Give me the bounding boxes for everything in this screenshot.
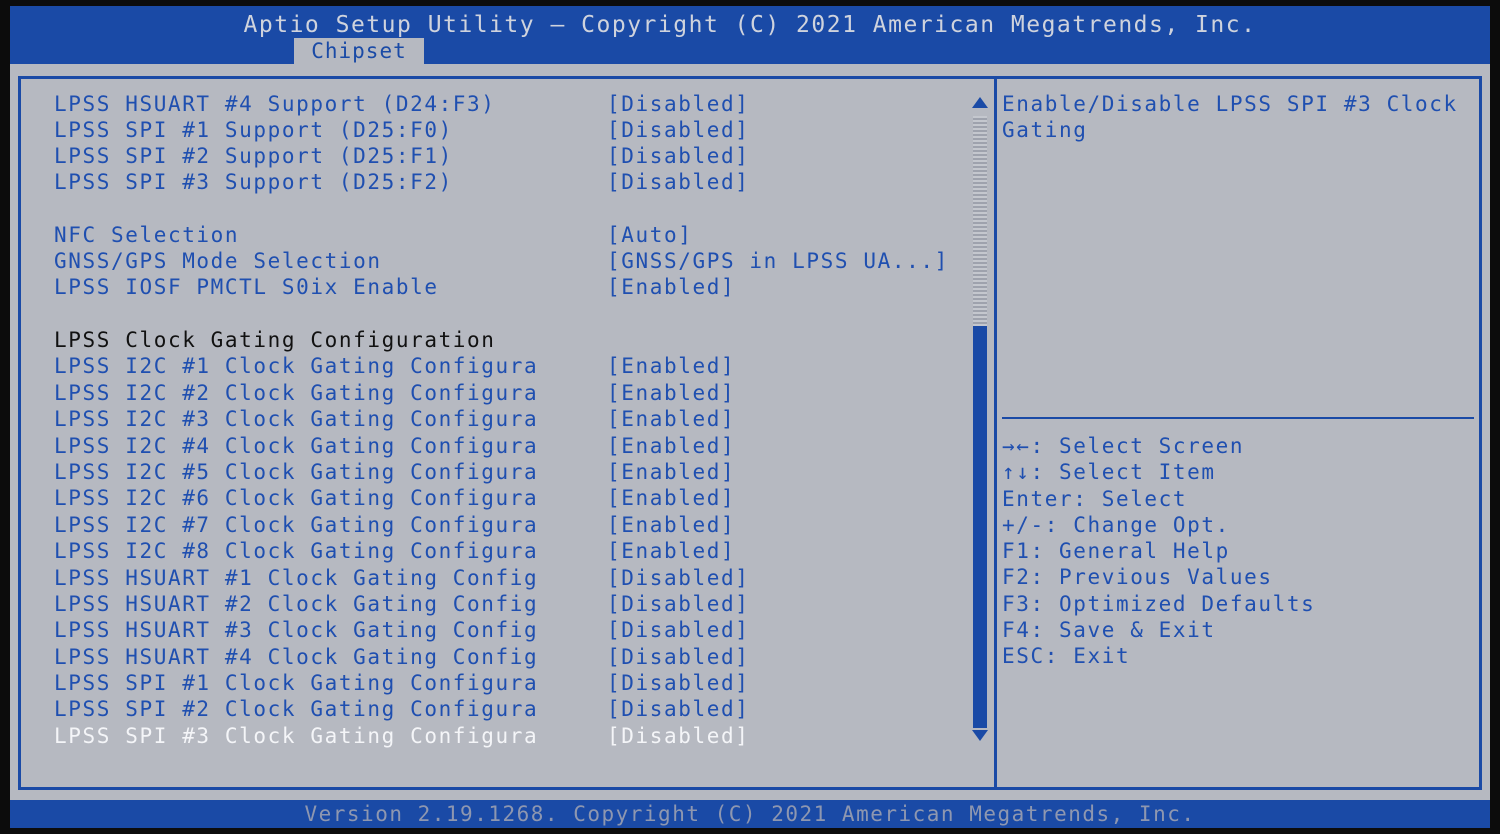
setting-i2c-8-clock-gating[interactable]: LPSS I2C #8 Clock Gating Configura [Enab… <box>54 538 734 564</box>
setting-label: LPSS SPI #1 Clock Gating Configura <box>54 671 539 695</box>
setting-value[interactable]: [Enabled] <box>607 433 735 459</box>
version-text: Version 2.19.1268. Copyright (C) 2021 Am… <box>304 802 1196 826</box>
panel-divider <box>994 76 997 790</box>
setting-spi-2-clock-gating[interactable]: LPSS SPI #2 Clock Gating Configura [Disa… <box>54 696 748 722</box>
key-hint-enter: Enter: Select <box>1002 486 1188 511</box>
setting-value[interactable]: [Disabled] <box>607 591 749 617</box>
scrollbar-thumb[interactable] <box>973 326 987 728</box>
setting-i2c-4-clock-gating[interactable]: LPSS I2C #4 Clock Gating Configura [Enab… <box>54 433 734 459</box>
setting-lpss-iosf-pmctl[interactable]: LPSS IOSF PMCTL S0ix Enable [Enabled] <box>54 274 734 300</box>
setting-label: LPSS SPI #3 Clock Gating Configura <box>54 724 539 748</box>
setting-hsuart-2-clock-gating[interactable]: LPSS HSUART #2 Clock Gating Config [Disa… <box>54 591 748 617</box>
setting-label: LPSS IOSF PMCTL S0ix Enable <box>54 275 439 299</box>
setting-i2c-3-clock-gating[interactable]: LPSS I2C #3 Clock Gating Configura [Enab… <box>54 406 734 432</box>
key-hint-f3: F3: Optimized Defaults <box>1002 591 1316 616</box>
setting-lpss-spi-1-support[interactable]: LPSS SPI #1 Support (D25:F0) [Disabled] <box>54 117 748 143</box>
setting-value[interactable]: [Disabled] <box>607 670 749 696</box>
setting-label: LPSS HSUART #4 Support (D24:F3) <box>54 92 496 116</box>
section-title: LPSS Clock Gating Configuration <box>54 328 496 352</box>
setting-label: LPSS I2C #5 Clock Gating Configura <box>54 460 539 484</box>
setting-label: LPSS SPI #2 Clock Gating Configura <box>54 697 539 721</box>
setting-value[interactable]: [Disabled] <box>607 617 749 643</box>
setting-label: LPSS HSUART #2 Clock Gating Config <box>54 592 539 616</box>
setting-label: LPSS HSUART #3 Clock Gating Config <box>54 618 539 642</box>
setting-label: LPSS I2C #1 Clock Gating Configura <box>54 354 539 378</box>
bios-screen: Aptio Setup Utility – Copyright (C) 2021… <box>10 6 1490 828</box>
setting-value[interactable]: [Disabled] <box>607 169 749 195</box>
setting-label: LPSS I2C #3 Clock Gating Configura <box>54 407 539 431</box>
setting-value[interactable]: [Enabled] <box>607 406 735 432</box>
setting-label: LPSS I2C #6 Clock Gating Configura <box>54 486 539 510</box>
setting-label: LPSS I2C #4 Clock Gating Configura <box>54 434 539 458</box>
setting-label: LPSS I2C #8 Clock Gating Configura <box>54 539 539 563</box>
setting-value[interactable]: [Enabled] <box>607 538 735 564</box>
setting-i2c-5-clock-gating[interactable]: LPSS I2C #5 Clock Gating Configura [Enab… <box>54 459 734 485</box>
setting-value[interactable]: [Disabled] <box>607 723 749 749</box>
key-legend: →←: Select Screen ↑↓: Select Item Enter:… <box>1002 433 1315 670</box>
setting-lpss-spi-2-support[interactable]: LPSS SPI #2 Support (D25:F1) [Disabled] <box>54 143 748 169</box>
setting-nfc-selection[interactable]: NFC Selection [Auto] <box>54 222 691 248</box>
setting-value[interactable]: [Enabled] <box>607 274 735 300</box>
help-divider <box>1002 417 1474 419</box>
app-title: Aptio Setup Utility – Copyright (C) 2021… <box>243 12 1257 38</box>
scroll-down-icon[interactable] <box>972 730 988 741</box>
setting-value[interactable]: [Enabled] <box>607 512 735 538</box>
setting-i2c-1-clock-gating[interactable]: LPSS I2C #1 Clock Gating Configura [Enab… <box>54 353 734 379</box>
setting-label: GNSS/GPS Mode Selection <box>54 249 382 273</box>
setting-label: LPSS HSUART #4 Clock Gating Config <box>54 645 539 669</box>
setting-value[interactable]: [Auto] <box>607 222 692 248</box>
setting-label: NFC Selection <box>54 223 240 247</box>
setting-spi-1-clock-gating[interactable]: LPSS SPI #1 Clock Gating Configura [Disa… <box>54 670 748 696</box>
key-hint-select-item: ↑↓: Select Item <box>1002 460 1216 485</box>
setting-value[interactable]: [Disabled] <box>607 117 749 143</box>
setting-gnss-gps-mode[interactable]: GNSS/GPS Mode Selection [GNSS/GPS in LPS… <box>54 248 947 274</box>
setting-value[interactable]: [Enabled] <box>607 485 735 511</box>
setting-lpss-hsuart-4-support[interactable]: LPSS HSUART #4 Support (D24:F3) [Disable… <box>54 91 748 117</box>
key-hint-f4: F4: Save & Exit <box>1002 618 1216 643</box>
key-hint-f2: F2: Previous Values <box>1002 565 1273 590</box>
setting-value[interactable]: [Enabled] <box>607 459 735 485</box>
setting-hsuart-1-clock-gating[interactable]: LPSS HSUART #1 Clock Gating Config [Disa… <box>54 565 748 591</box>
setting-label: LPSS SPI #3 Support (D25:F2) <box>54 170 453 194</box>
setting-spi-3-clock-gating[interactable]: LPSS SPI #3 Clock Gating Configura [Disa… <box>54 723 748 749</box>
setting-value[interactable]: [Disabled] <box>607 644 749 670</box>
title-bar: Aptio Setup Utility – Copyright (C) 2021… <box>10 6 1490 64</box>
scroll-up-icon[interactable] <box>972 97 988 108</box>
setting-value[interactable]: [Enabled] <box>607 380 735 406</box>
setting-hsuart-3-clock-gating[interactable]: LPSS HSUART #3 Clock Gating Config [Disa… <box>54 617 748 643</box>
setting-value[interactable]: [GNSS/GPS in LPSS UA...] <box>607 248 949 274</box>
key-hint-select-screen: →←: Select Screen <box>1002 434 1245 458</box>
setting-label: LPSS I2C #2 Clock Gating Configura <box>54 381 539 405</box>
section-header-clock-gating: LPSS Clock Gating Configuration <box>54 327 494 353</box>
setting-value[interactable]: [Disabled] <box>607 143 749 169</box>
setting-i2c-7-clock-gating[interactable]: LPSS I2C #7 Clock Gating Configura [Enab… <box>54 512 734 538</box>
setting-i2c-2-clock-gating[interactable]: LPSS I2C #2 Clock Gating Configura [Enab… <box>54 380 734 406</box>
setting-lpss-spi-3-support[interactable]: LPSS SPI #3 Support (D25:F2) [Disabled] <box>54 169 748 195</box>
setting-value[interactable]: [Disabled] <box>607 696 749 722</box>
setting-label: LPSS HSUART #1 Clock Gating Config <box>54 566 539 590</box>
key-hint-esc: ESC: Exit <box>1002 644 1131 669</box>
setting-hsuart-4-clock-gating[interactable]: LPSS HSUART #4 Clock Gating Config [Disa… <box>54 644 748 670</box>
setting-value[interactable]: [Disabled] <box>607 565 749 591</box>
tab-chipset[interactable]: Chipset <box>294 38 424 64</box>
setting-label: LPSS SPI #1 Support (D25:F0) <box>54 118 453 142</box>
footer-bar: Version 2.19.1268. Copyright (C) 2021 Am… <box>10 800 1490 828</box>
setting-label: LPSS I2C #7 Clock Gating Configura <box>54 513 539 537</box>
setting-label: LPSS SPI #2 Support (D25:F1) <box>54 144 453 168</box>
setting-i2c-6-clock-gating[interactable]: LPSS I2C #6 Clock Gating Configura [Enab… <box>54 485 734 511</box>
key-hint-f1: F1: General Help <box>1002 539 1230 564</box>
setting-value[interactable]: [Enabled] <box>607 353 735 379</box>
key-hint-change-opt: +/-: Change Opt. <box>1002 512 1230 537</box>
help-text: Enable/Disable LPSS SPI #3 Clock Gating <box>1002 92 1473 142</box>
setting-value[interactable]: [Disabled] <box>607 91 749 117</box>
